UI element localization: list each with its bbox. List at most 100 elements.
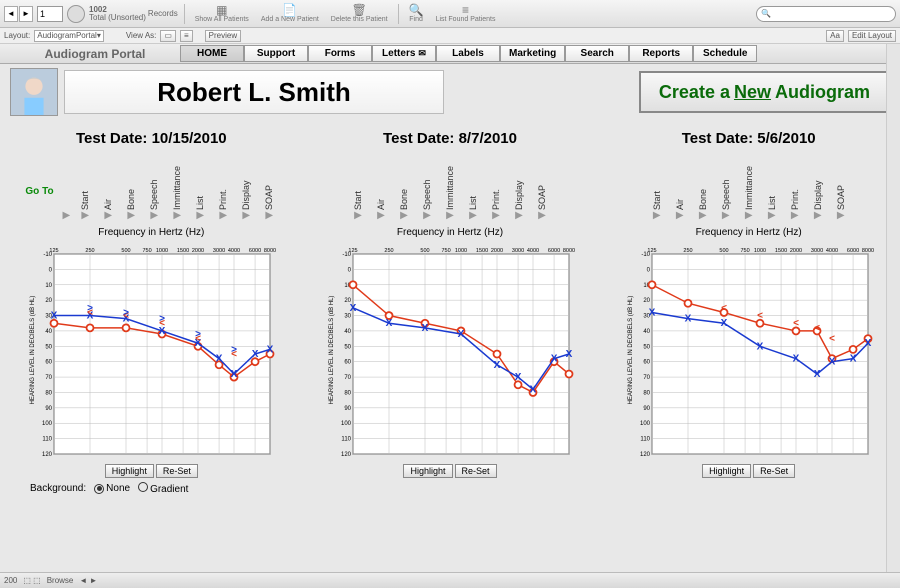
step-list[interactable]: List▶ (764, 166, 780, 221)
background-label: Background: (30, 483, 86, 494)
bg-gradient-radio[interactable]: Gradient (138, 482, 188, 495)
view-list-button[interactable]: ≡ (180, 30, 193, 42)
svg-text:60: 60 (344, 360, 351, 366)
tab-letters[interactable]: Letters✉ (372, 45, 436, 62)
step-start[interactable]: Start▶ (77, 166, 93, 221)
svg-text:6000: 6000 (548, 248, 560, 254)
tab-marketing[interactable]: Marketing (500, 45, 565, 62)
svg-text:<: < (757, 311, 763, 322)
svg-text:250: 250 (384, 248, 393, 254)
highlight-button[interactable]: Highlight (702, 464, 751, 478)
svg-text:X: X (720, 318, 727, 329)
create-audiogram-button[interactable]: Create a New Audiogram (639, 71, 890, 113)
svg-text:60: 60 (643, 360, 650, 366)
step-speech[interactable]: Speech▶ (146, 166, 162, 221)
step-list[interactable]: List▶ (465, 166, 481, 221)
svg-text:120: 120 (42, 452, 53, 458)
arrow-icon: ▶ (699, 210, 707, 221)
svg-text:500: 500 (719, 248, 728, 254)
tab-labels[interactable]: Labels (436, 45, 500, 62)
tab-reports[interactable]: Reports (629, 45, 693, 62)
step-display[interactable]: Display▶ (511, 166, 527, 221)
step-air[interactable]: Air▶ (672, 166, 688, 221)
step-display[interactable]: Display▶ (810, 166, 826, 221)
text-format-button[interactable]: Aa (826, 30, 844, 42)
chart-column: Test Date: 5/6/2010 Start▶Air▶Bone▶Speec… (603, 124, 894, 478)
tab-schedule[interactable]: Schedule (693, 45, 757, 62)
highlight-button[interactable]: Highlight (105, 464, 154, 478)
add-patient-button[interactable]: 📄Add a New Patient (257, 1, 323, 27)
list-found-button[interactable]: ≡List Found Patients (432, 1, 500, 27)
zoom-value[interactable]: 200 (4, 576, 17, 585)
find-icon: 🔍 (409, 4, 424, 16)
record-pie-icon (67, 5, 85, 23)
svg-text:50: 50 (344, 344, 351, 350)
edit-layout-button[interactable]: Edit Layout (848, 30, 896, 42)
search-input[interactable] (756, 6, 896, 22)
svg-text:80: 80 (643, 390, 650, 396)
step-bone[interactable]: Bone▶ (396, 166, 412, 221)
tab-forms[interactable]: Forms (308, 45, 372, 62)
svg-text:70: 70 (643, 375, 650, 381)
step-immittance[interactable]: Immittance▶ (169, 166, 185, 221)
step-speech[interactable]: Speech▶ (718, 166, 734, 221)
vertical-scrollbar[interactable] (886, 44, 900, 572)
svg-text:X: X (756, 341, 763, 352)
step-list[interactable]: List▶ (192, 166, 208, 221)
step-air[interactable]: Air▶ (100, 166, 116, 221)
tab-support[interactable]: Support (244, 45, 308, 62)
svg-text:X: X (828, 357, 835, 368)
step-soap[interactable]: SOAP▶ (833, 166, 849, 221)
step-immittance[interactable]: Immittance▶ (741, 166, 757, 221)
svg-text:90: 90 (344, 406, 351, 412)
step-print.[interactable]: Print.▶ (787, 166, 803, 221)
step-speech[interactable]: Speech▶ (419, 166, 435, 221)
charts-area: Test Date: 10/15/2010 Go To ▶Start▶Air▶B… (0, 120, 900, 478)
arrow-icon: ▶ (354, 210, 362, 221)
step-soap[interactable]: SOAP▶ (261, 166, 277, 221)
svg-text:X: X (267, 344, 274, 355)
show-all-button[interactable]: ▦Show All Patients (191, 1, 253, 27)
step-bone[interactable]: Bone▶ (123, 166, 139, 221)
patient-avatar (10, 68, 58, 116)
svg-text:HEARING LEVEL IN DECIBELS (dB: HEARING LEVEL IN DECIBELS (dB HL) (329, 296, 335, 405)
arrow-icon: ▶ (768, 210, 776, 221)
step-air[interactable]: Air▶ (373, 166, 389, 221)
svg-text:1000: 1000 (754, 248, 766, 254)
next-record-button[interactable]: ► (19, 6, 33, 22)
step-start[interactable]: Start▶ (350, 166, 366, 221)
patient-name: Robert L. Smith (64, 70, 444, 114)
svg-text:125: 125 (348, 248, 357, 254)
tab-home[interactable]: HOME (180, 45, 244, 62)
view-form-button[interactable]: ▭ (160, 30, 176, 42)
step-print.[interactable]: Print.▶ (215, 166, 231, 221)
arrow-icon: ▶ (242, 210, 250, 221)
highlight-button[interactable]: Highlight (403, 464, 452, 478)
svg-text:40: 40 (643, 329, 650, 335)
arrow-icon: ▶ (814, 210, 822, 221)
step-display[interactable]: Display▶ (238, 166, 254, 221)
delete-patient-button[interactable]: 🗑Delete this Patient (327, 1, 392, 27)
step-bone[interactable]: Bone▶ (695, 166, 711, 221)
find-button[interactable]: 🔍Find (405, 1, 428, 27)
svg-text:750: 750 (143, 248, 152, 254)
bg-none-radio[interactable]: None (94, 483, 130, 494)
reset-button[interactable]: Re-Set (753, 464, 795, 478)
svg-text:X: X (386, 318, 393, 329)
svg-text:30: 30 (344, 314, 351, 320)
reset-button[interactable]: Re-Set (455, 464, 497, 478)
svg-text:110: 110 (341, 437, 351, 443)
prev-record-button[interactable]: ◄ (4, 6, 18, 22)
step-print.[interactable]: Print.▶ (488, 166, 504, 221)
arrow-icon: ▶ (127, 210, 135, 221)
preview-button[interactable]: Preview (205, 30, 241, 42)
step-immittance[interactable]: Immittance▶ (442, 166, 458, 221)
record-number-input[interactable] (37, 6, 63, 22)
layout-selector[interactable]: AudiogramPortal ▾ (34, 30, 104, 42)
reset-button[interactable]: Re-Set (156, 464, 198, 478)
arrow-icon: ▶ (446, 210, 454, 221)
svg-text:X: X (350, 303, 357, 314)
tab-search[interactable]: Search (565, 45, 629, 62)
step-soap[interactable]: SOAP▶ (534, 166, 550, 221)
step-start[interactable]: Start▶ (649, 166, 665, 221)
